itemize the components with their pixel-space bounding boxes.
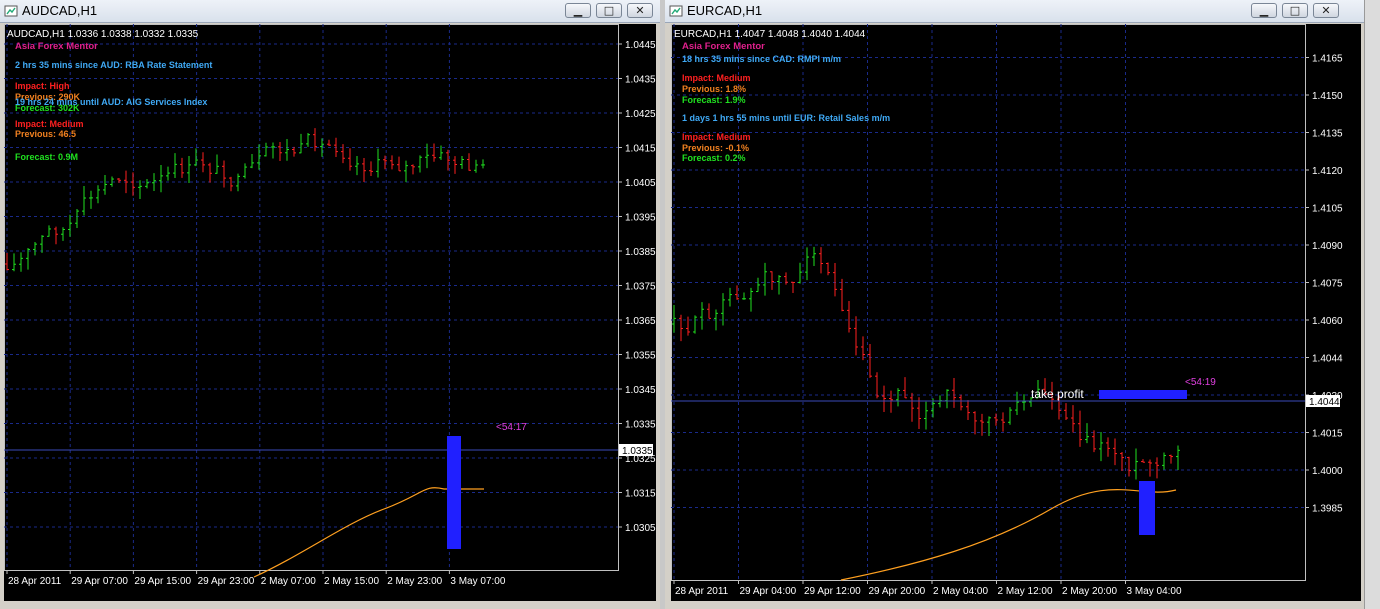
time-label: 2 May 20:00 xyxy=(1062,586,1117,597)
price-label: 1.4135 xyxy=(1312,129,1343,140)
price-label: 1.0365 xyxy=(625,316,656,327)
minimize-button[interactable]: ▁ xyxy=(565,3,591,18)
title-bar[interactable]: EURCAD,H1 ▁ □ ✕ xyxy=(665,0,1365,23)
price-label: 1.0435 xyxy=(625,75,656,86)
time-label: 29 Apr 04:00 xyxy=(740,586,797,597)
price-label: 1.0415 xyxy=(625,144,656,155)
close-icon: ✕ xyxy=(1321,4,1331,17)
price-label: 1.0305 xyxy=(625,523,656,534)
news-line: Impact: Medium xyxy=(682,73,751,83)
time-label: 2 May 07:00 xyxy=(261,576,316,587)
close-icon: ✕ xyxy=(635,4,645,17)
price-label: 1.4015 xyxy=(1312,429,1343,440)
price-label: 1.4150 xyxy=(1312,91,1343,102)
news-line: 18 hrs 35 mins since CAD: RMPI m/m xyxy=(682,54,841,64)
time-label: 29 Apr 07:00 xyxy=(71,576,128,587)
price-label: 1.0405 xyxy=(625,178,656,189)
price-label: 1.3985 xyxy=(1312,504,1343,515)
time-label: 29 Apr 23:00 xyxy=(198,576,255,587)
time-label: 29 Apr 20:00 xyxy=(869,586,926,597)
price-label: 1.4120 xyxy=(1312,166,1343,177)
news-line: 19 hrs 24 mins until AUD: AIG Services I… xyxy=(15,97,207,107)
price-label: 1.4105 xyxy=(1312,204,1343,215)
price-label: 1.4090 xyxy=(1312,241,1343,252)
time-label: 28 Apr 2011 xyxy=(675,586,729,597)
news-line: Impact: Medium xyxy=(682,132,751,142)
news-line: Forecast: 1.9% xyxy=(682,95,746,105)
close-button[interactable]: ✕ xyxy=(627,3,653,18)
news-line: Forecast: 0.2% xyxy=(682,153,746,163)
vertical-scrollbar[interactable] xyxy=(1364,0,1380,609)
maximize-button[interactable]: □ xyxy=(1282,3,1308,18)
price-label: 1.4075 xyxy=(1312,279,1343,290)
price-label: 1.0445 xyxy=(625,40,656,51)
price-label: 1.4165 xyxy=(1312,54,1343,65)
price-chart[interactable]: 1.0445 1.0435 1.0425 1.0415 1.0405 1.0395 1.03… xyxy=(4,24,656,601)
brand-label: Asia Forex Mentor xyxy=(15,41,98,52)
price-label: 1.4044 xyxy=(1312,354,1343,365)
price-label: 1.0335 xyxy=(625,420,656,431)
chart-window-icon xyxy=(4,5,18,17)
minimize-icon: ▁ xyxy=(1259,4,1269,17)
time-label: 3 May 07:00 xyxy=(450,576,505,587)
news-line: Impact: Medium xyxy=(15,119,84,129)
minimize-icon: ▁ xyxy=(573,4,583,17)
time-label: 2 May 04:00 xyxy=(933,586,988,597)
plot-frame xyxy=(671,24,1306,581)
price-label: 1.0345 xyxy=(625,385,656,396)
eurcad-window: EURCAD,H1 ▁ □ ✕ 1.4180 1.4165 1.4150 1.4135… xyxy=(665,0,1365,609)
news-line: 2 hrs 35 mins since AUD: RBA Rate Statem… xyxy=(15,60,212,70)
price-label: 1.0395 xyxy=(625,213,656,224)
position-box xyxy=(447,436,461,549)
time-label: 2 May 15:00 xyxy=(324,576,379,587)
news-line: Previous: 1.8% xyxy=(682,84,746,94)
maximize-button[interactable]: □ xyxy=(596,3,622,18)
time-label: 3 May 04:00 xyxy=(1127,586,1182,597)
price-label: 1.4060 xyxy=(1312,316,1343,327)
price-label: 1.0355 xyxy=(625,351,656,362)
news-line: Previous: 46.5 xyxy=(15,129,76,139)
audcad-window: AUDCAD,H1 ▁ □ ✕ 1.0445 1.0435 1.0425 1.0415… xyxy=(0,0,660,609)
close-button[interactable]: ✕ xyxy=(1313,3,1339,18)
candlestick-chart-svg[interactable]: 1.0445 1.0435 1.0425 1.0415 1.0405 1.0395 1.03… xyxy=(4,24,656,601)
news-line: Previous: -0.1% xyxy=(682,143,749,153)
brand-label: Asia Forex Mentor xyxy=(682,41,765,52)
time-label: 28 Apr 2011 xyxy=(8,576,62,587)
price-label: 1.0375 xyxy=(625,282,656,293)
candle-countdown: <54:19 xyxy=(1185,377,1216,388)
time-label: 29 Apr 15:00 xyxy=(134,576,191,587)
candlestick-chart-svg[interactable]: 1.4180 1.4165 1.4150 1.4135 1.4120 1.4105 1.40… xyxy=(671,24,1361,601)
candle-countdown: <54:17 xyxy=(496,422,527,433)
price-label: 1.4180 xyxy=(1312,24,1343,27)
position-box xyxy=(1139,481,1155,535)
current-price-label: 1.0335 xyxy=(622,446,653,457)
chart-window-icon xyxy=(669,5,683,17)
maximize-icon: □ xyxy=(603,4,615,17)
take-profit-label: take profit xyxy=(1031,387,1084,401)
title-bar[interactable]: AUDCAD,H1 ▁ □ ✕ xyxy=(0,0,660,23)
news-line: 1 days 1 hrs 55 mins until EUR: Retail S… xyxy=(682,113,890,123)
time-label: 2 May 23:00 xyxy=(387,576,442,587)
position-box xyxy=(1099,390,1187,399)
time-label: 29 Apr 12:00 xyxy=(804,586,861,597)
price-label: 1.0385 xyxy=(625,247,656,258)
time-label: 2 May 12:00 xyxy=(998,586,1053,597)
price-label: 1.0425 xyxy=(625,109,656,120)
price-label: 1.0315 xyxy=(625,489,656,500)
symbol-header: EURCAD,H1 1.4047 1.4048 1.4040 1.4044 xyxy=(674,29,866,40)
current-price-label: 1.4044 xyxy=(1309,397,1340,408)
window-title: AUDCAD,H1 xyxy=(22,3,98,18)
minimize-button[interactable]: ▁ xyxy=(1251,3,1277,18)
news-line: Forecast: 0.9M xyxy=(15,152,78,162)
price-label: 1.4000 xyxy=(1312,466,1343,477)
symbol-header: AUDCAD,H1 1.0336 1.0338 1.0332 1.0335 xyxy=(7,29,199,40)
price-chart[interactable]: 1.4180 1.4165 1.4150 1.4135 1.4120 1.4105 1.40… xyxy=(671,24,1361,601)
news-line: Impact: High xyxy=(15,81,70,91)
maximize-icon: □ xyxy=(1289,4,1301,17)
window-title: EURCAD,H1 xyxy=(687,3,763,18)
